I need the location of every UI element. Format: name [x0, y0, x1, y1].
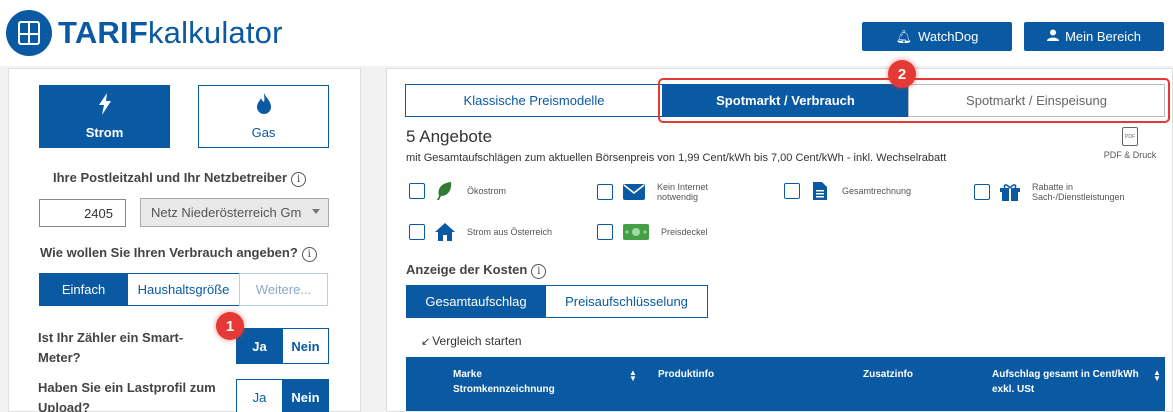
checkbox[interactable] — [409, 224, 425, 240]
mein-bereich-button[interactable]: Mein Bereich — [1024, 22, 1164, 51]
verbrauch-option-einfach[interactable]: Einfach — [39, 273, 128, 306]
info-icon[interactable]: i — [301, 247, 317, 262]
lastprofil-ja-button[interactable]: Ja — [236, 379, 283, 412]
info-icon[interactable]: i — [291, 172, 307, 187]
annotation-marker-2: 2 — [888, 60, 916, 88]
plz-label: Ihre Postleitzahl und Ihr Netzbetreiber i — [53, 170, 307, 187]
verbrauch-option-weitere[interactable]: Weitere... — [239, 273, 328, 306]
gas-button[interactable]: Gas — [198, 85, 329, 148]
tab-gesamtaufschlag[interactable]: Gesamtaufschlag — [406, 285, 546, 318]
filter-oekostrom[interactable]: Ökostrom — [409, 182, 506, 200]
house-icon — [435, 223, 455, 241]
sort-icon[interactable]: ▲ ▼ — [629, 369, 637, 383]
checkbox[interactable] — [597, 184, 613, 200]
filter-kein-internet[interactable]: Kein Internet notwendig — [597, 182, 727, 202]
results-panel: Klassische Preismodelle Spotmarkt / Verb… — [386, 68, 1173, 412]
envelope-icon — [623, 183, 645, 201]
user-icon — [1047, 29, 1060, 44]
th-marke[interactable]: Marke Stromkennzeichnung — [453, 367, 555, 397]
tab-preisaufschluesselung[interactable]: Preisaufschlüsselung — [545, 285, 708, 318]
tab-klassische-preismodelle[interactable]: Klassische Preismodelle — [405, 84, 663, 117]
calculator-form-panel: Strom Gas Ihre Postleitzahl und Ihr Netz… — [8, 68, 361, 412]
sort-icon[interactable]: ▲ ▼ — [1153, 369, 1161, 383]
verbrauch-option-haushaltsgroesse[interactable]: Haushaltsgröße — [127, 273, 240, 306]
lightning-icon — [97, 93, 113, 119]
document-icon — [810, 182, 830, 200]
strom-button[interactable]: Strom — [39, 85, 170, 148]
pdf-print-button[interactable]: PDF PDF & Druck — [1100, 127, 1160, 160]
money-icon — [623, 223, 649, 241]
arrow-curve-icon: ↙ — [421, 336, 431, 348]
postleitzahl-input[interactable]: 2405 — [39, 199, 126, 227]
pdf-icon: PDF — [1122, 127, 1138, 146]
calculator-icon — [6, 10, 52, 56]
info-icon[interactable]: i — [531, 264, 547, 279]
filter-preisdeckel[interactable]: Preisdeckel — [597, 223, 708, 241]
filter-gesamtrechnung[interactable]: Gesamtrechnung — [784, 182, 911, 200]
smart-meter-nein-button[interactable]: Nein — [282, 328, 329, 364]
checkbox[interactable] — [974, 184, 990, 200]
th-zusatzinfo: Zusatzinfo — [863, 369, 913, 380]
top-header: TARIFkalkulator 🔔︎ WatchDog Mein Bereich — [0, 0, 1173, 66]
kosten-label: Anzeige der Kosten i — [406, 262, 547, 279]
vergleich-starten-link[interactable]: ↙ Vergleich starten — [421, 334, 522, 348]
leaf-icon — [435, 182, 455, 200]
netzbetreiber-select[interactable]: Netz Niederösterreich Gm — [140, 198, 329, 227]
flame-icon — [256, 93, 272, 119]
bell-icon: 🔔︎ — [895, 28, 913, 44]
smart-meter-question: Ist Ihr Zähler ein Smart-Meter? — [38, 330, 184, 365]
annotation-marker-1: 1 — [216, 312, 244, 340]
logo-text: TARIFkalkulator — [58, 15, 283, 50]
gift-icon — [1000, 183, 1020, 201]
checkbox[interactable] — [784, 183, 800, 199]
filter-strom-aus-oesterreich[interactable]: Strom aus Österreich — [409, 223, 552, 241]
offers-subline: mit Gesamtaufschlägen zum aktuellen Börs… — [406, 152, 947, 164]
th-produktinfo: Produktinfo — [658, 369, 715, 380]
verbrauch-label: Wie wollen Sie Ihren Verbrauch angeben? i — [40, 245, 317, 262]
annotation-highlight-box — [658, 78, 1170, 123]
offers-count: 5 Angebote — [406, 127, 493, 146]
offers-table-header: Marke Stromkennzeichnung ▲ ▼ Produktinfo … — [406, 357, 1165, 411]
logo[interactable]: TARIFkalkulator — [6, 10, 283, 56]
smart-meter-ja-button[interactable]: Ja — [236, 328, 283, 364]
checkbox[interactable] — [597, 224, 613, 240]
chevron-down-icon — [312, 209, 320, 214]
filter-rabatte[interactable]: Rabatte in Sach-/Dienstleistungen — [974, 182, 1152, 202]
th-aufschlag[interactable]: Aufschlag gesamt in Cent/kWh exkl. USt — [992, 367, 1139, 397]
lastprofil-question: Haben Sie ein Lastprofil zum Upload? — [38, 380, 216, 412]
watchdog-button[interactable]: 🔔︎ WatchDog — [862, 22, 1012, 51]
lastprofil-nein-button[interactable]: Nein — [282, 379, 329, 412]
checkbox[interactable] — [409, 183, 425, 199]
